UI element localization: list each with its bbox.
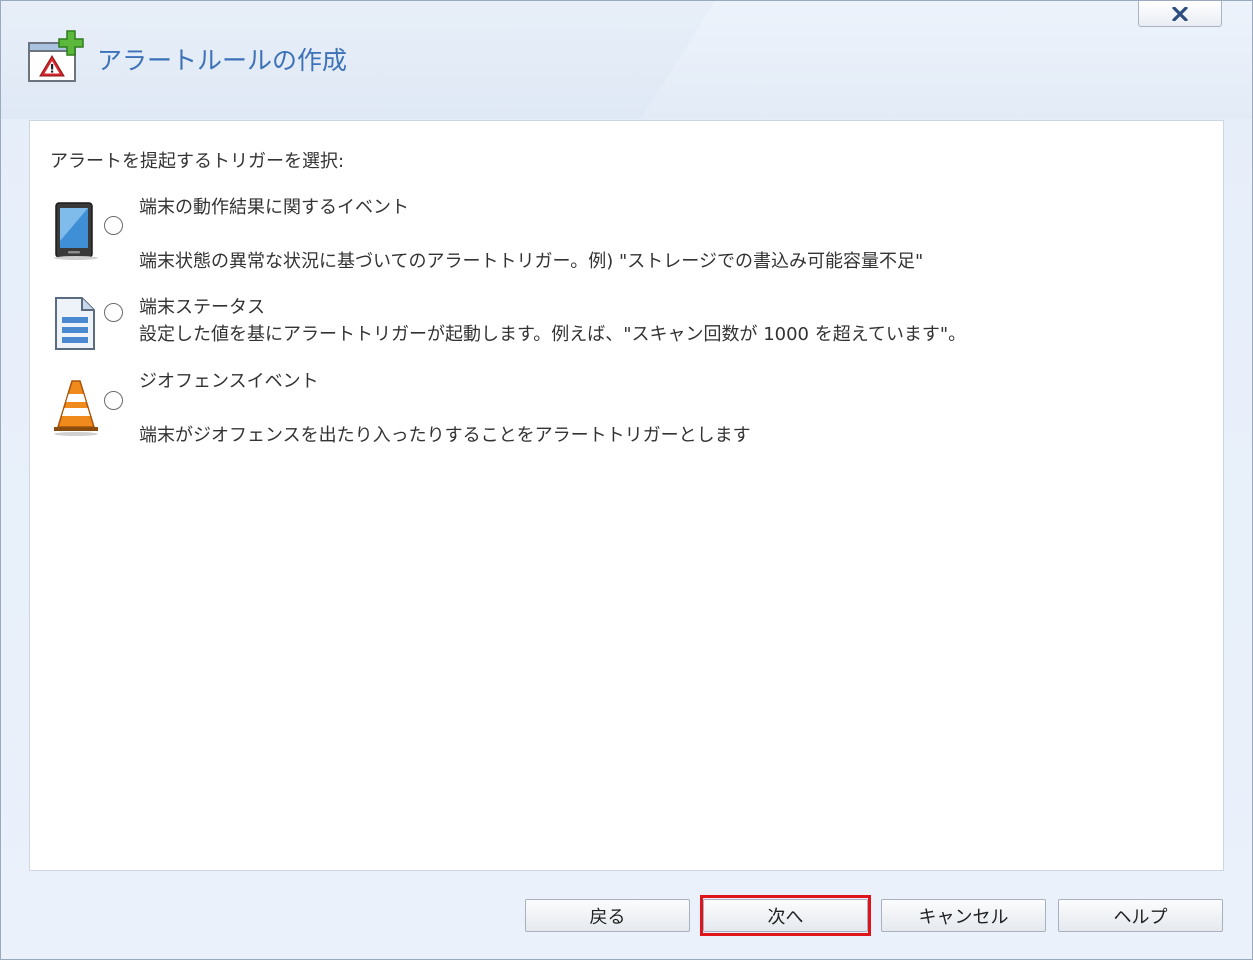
help-button[interactable]: ヘルプ (1058, 899, 1223, 932)
option-device-status-radio[interactable] (104, 303, 123, 322)
option-device-event-label: 端末の動作結果に関するイベント (139, 197, 409, 218)
close-button[interactable] (1138, 1, 1222, 27)
traffic-cone-icon (54, 380, 98, 436)
close-icon (1172, 6, 1188, 21)
next-button[interactable]: 次へ (703, 899, 868, 932)
back-button[interactable]: 戻る (525, 899, 690, 932)
create-alert-rule-dialog: アラートルールの作成 アラートを提起するトリガーを選択: 端末の動作結果に関する… (0, 0, 1253, 960)
option-geofence-event-radio[interactable] (104, 391, 123, 410)
alert-add-icon (28, 30, 84, 82)
option-geofence-event-description: 端末がジオフェンスを出たり入ったりすることをアラートトリガーとします (139, 425, 751, 446)
dialog-title: アラートルールの作成 (97, 46, 348, 75)
option-device-status-label: 端末ステータス (139, 297, 265, 318)
option-geofence-event-label: ジオフェンスイベント (139, 371, 319, 392)
option-device-status-description: 設定した値を基にアラートトリガーが起動します。例えば、"スキャン回数が 1000… (139, 324, 967, 345)
document-status-icon (55, 297, 95, 350)
option-device-event-description: 端末状態の異常な状況に基づいてのアラートトリガー。例) "ストレージでの書込み可… (139, 251, 924, 272)
option-device-event-radio[interactable] (104, 216, 123, 235)
content-panel: アラートを提起するトリガーを選択: 端末の動作結果に関するイベント 端末状態の異… (29, 120, 1224, 871)
trigger-prompt: アラートを提起するトリガーを選択: (50, 151, 345, 172)
mobile-device-icon (54, 202, 98, 260)
cancel-button[interactable]: キャンセル (881, 899, 1046, 932)
